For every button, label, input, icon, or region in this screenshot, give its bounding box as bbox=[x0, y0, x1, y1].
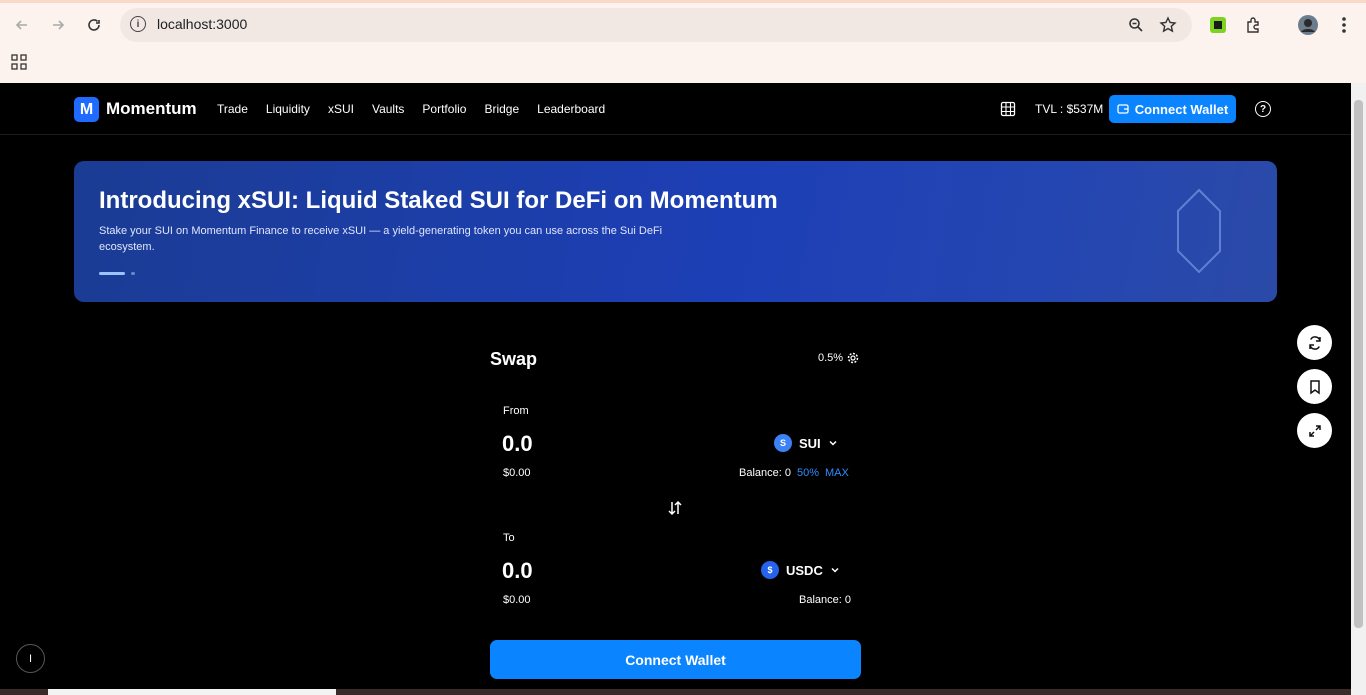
apps-icon[interactable] bbox=[8, 51, 30, 73]
main-nav: Trade Liquidity xSUI Vaults Portfolio Br… bbox=[217, 102, 605, 116]
nav-leaderboard[interactable]: Leaderboard bbox=[537, 102, 605, 116]
usdc-token-icon: $ bbox=[761, 561, 779, 579]
nav-trade[interactable]: Trade bbox=[217, 102, 248, 116]
menu-icon[interactable] bbox=[1333, 14, 1355, 36]
back-icon[interactable] bbox=[9, 12, 35, 38]
bookmark-button[interactable] bbox=[1297, 369, 1332, 404]
brand-name[interactable]: Momentum bbox=[106, 99, 197, 119]
tvl-value: TVL : $537M bbox=[1035, 102, 1104, 116]
to-label: To bbox=[503, 532, 515, 544]
carousel-dot[interactable] bbox=[131, 272, 135, 275]
from-token-symbol: SUI bbox=[799, 435, 821, 451]
nav-xsui[interactable]: xSUI bbox=[328, 102, 354, 116]
tab-strip bbox=[0, 0, 1366, 3]
dev-indicator-badge[interactable]: I bbox=[16, 644, 45, 673]
app-page: M Momentum Trade Liquidity xSUI Vaults P… bbox=[0, 83, 1351, 695]
connect-wallet-label: Connect Wallet bbox=[1134, 101, 1229, 117]
from-balance-row: Balance: 0 50% MAX bbox=[739, 467, 849, 479]
to-token-selector[interactable]: $ USDC bbox=[761, 561, 840, 579]
banner-description: Stake your SUI on Momentum Finance to re… bbox=[99, 225, 663, 253]
to-balance: Balance: 0 bbox=[799, 594, 851, 606]
from-amount-input[interactable]: 0.0 bbox=[502, 431, 533, 457]
slippage-value: 0.5% bbox=[818, 352, 844, 364]
bookmark-icon bbox=[1309, 379, 1320, 394]
extension-icon[interactable] bbox=[1207, 14, 1229, 36]
nav-bridge[interactable]: Bridge bbox=[484, 102, 519, 116]
expand-button[interactable] bbox=[1297, 413, 1332, 448]
forward-icon[interactable] bbox=[45, 12, 71, 38]
info-icon[interactable]: i bbox=[130, 16, 146, 32]
chevron-down-icon bbox=[831, 567, 839, 573]
wallet-icon bbox=[1117, 104, 1129, 114]
refresh-button[interactable] bbox=[1297, 325, 1332, 360]
help-icon[interactable]: ? bbox=[1255, 101, 1271, 117]
hexagon-icon bbox=[1177, 188, 1221, 274]
app-header: M Momentum Trade Liquidity xSUI Vaults P… bbox=[0, 83, 1351, 135]
from-usd-value: $0.00 bbox=[503, 467, 531, 479]
sui-token-icon: S bbox=[774, 434, 792, 452]
from-balance: Balance: 0 bbox=[739, 467, 791, 479]
carousel-dot-active[interactable] bbox=[99, 272, 125, 275]
to-usd-value: $0.00 bbox=[503, 594, 531, 606]
address-bar[interactable] bbox=[120, 8, 1192, 42]
to-amount-input[interactable]: 0.0 bbox=[502, 558, 533, 584]
nav-vaults[interactable]: Vaults bbox=[372, 102, 404, 116]
zoom-icon[interactable] bbox=[1125, 14, 1147, 36]
taskbar-preview bbox=[48, 689, 336, 695]
swap-direction-icon[interactable] bbox=[666, 499, 684, 517]
slippage-setting[interactable]: 0.5% bbox=[818, 352, 859, 364]
chevron-down-icon bbox=[829, 440, 837, 446]
swap-title: Swap bbox=[490, 349, 538, 369]
banner-title: Introducing xSUI: Liquid Staked SUI for … bbox=[99, 187, 778, 214]
star-icon[interactable] bbox=[1157, 14, 1179, 36]
connect-wallet-button[interactable]: Connect Wallet bbox=[1109, 95, 1236, 123]
puzzle-icon[interactable] bbox=[1243, 14, 1265, 36]
nav-liquidity[interactable]: Liquidity bbox=[266, 102, 310, 116]
reload-icon[interactable] bbox=[81, 12, 107, 38]
nav-portfolio[interactable]: Portfolio bbox=[422, 102, 466, 116]
from-token-selector[interactable]: S SUI bbox=[774, 434, 838, 452]
url-text[interactable]: localhost:3000 bbox=[157, 16, 247, 32]
logo-icon[interactable]: M bbox=[74, 97, 99, 122]
promo-banner[interactable]: Introducing xSUI: Liquid Staked SUI for … bbox=[74, 161, 1277, 302]
half-button[interactable]: 50% bbox=[797, 467, 819, 479]
grid-icon[interactable] bbox=[1000, 101, 1016, 117]
expand-icon bbox=[1308, 424, 1321, 437]
swap-connect-wallet-button[interactable]: Connect Wallet bbox=[490, 640, 861, 679]
profile-icon[interactable] bbox=[1297, 14, 1319, 36]
refresh-icon bbox=[1308, 335, 1321, 350]
gear-icon[interactable] bbox=[847, 352, 859, 364]
bookmarks-bar bbox=[0, 50, 1366, 83]
from-label: From bbox=[503, 405, 529, 417]
to-balance-row: Balance: 0 bbox=[799, 594, 851, 606]
to-token-symbol: USDC bbox=[786, 562, 823, 578]
max-button[interactable]: MAX bbox=[825, 467, 849, 479]
scrollbar-thumb[interactable] bbox=[1354, 100, 1363, 628]
